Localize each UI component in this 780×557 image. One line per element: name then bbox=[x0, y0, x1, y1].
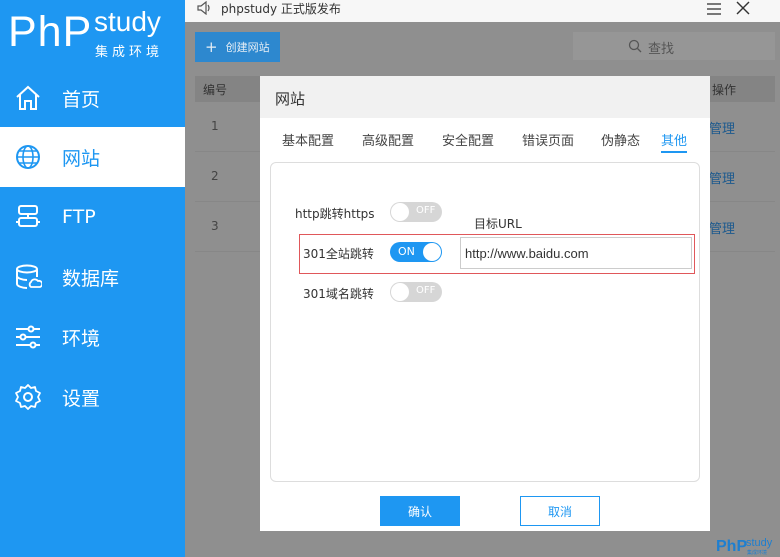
sidebar: PhP study 集成环境 首页 网站 FTP 数据库 环境 设置 bbox=[0, 0, 185, 557]
confirm-button[interactable]: 确认 bbox=[380, 496, 460, 526]
menu-icon[interactable] bbox=[706, 2, 722, 16]
row-id: 1 bbox=[211, 119, 219, 133]
target-url-label: 目标URL bbox=[474, 217, 522, 231]
manage-link[interactable]: 管理 bbox=[709, 218, 735, 237]
cancel-button[interactable]: 取消 bbox=[520, 496, 600, 526]
search-placeholder: 查找 bbox=[648, 42, 675, 57]
app-logo: PhP study 集成环境 bbox=[0, 0, 185, 68]
sidebar-item-ftp[interactable]: FTP bbox=[0, 187, 185, 247]
footer-logo-study: study bbox=[746, 537, 773, 549]
window-title: phpstudy 正式版发布 bbox=[221, 2, 341, 16]
target-url-input[interactable] bbox=[460, 237, 692, 269]
title-bar: phpstudy 正式版发布 bbox=[185, 0, 780, 22]
sidebar-item-label: FTP bbox=[62, 206, 96, 228]
sidebar-item-home[interactable]: 首页 bbox=[0, 68, 185, 128]
row-id: 2 bbox=[211, 169, 219, 183]
tab-security-config[interactable]: 安全配置 bbox=[442, 130, 494, 149]
manage-link[interactable]: 管理 bbox=[709, 168, 735, 187]
toggle-knob bbox=[391, 283, 409, 301]
tab-error-pages[interactable]: 错误页面 bbox=[522, 130, 574, 149]
option-label-301-domain: 301域名跳转 bbox=[303, 287, 374, 301]
logo-study-text: study bbox=[94, 6, 161, 37]
sidebar-item-label: 设置 bbox=[62, 387, 101, 410]
toggle-301-domain[interactable]: OFF bbox=[390, 282, 442, 302]
options-panel: http跳转https OFF 目标URL 301全站跳转 ON 301域名跳转… bbox=[270, 162, 700, 482]
option-label-http-https: http跳转https bbox=[295, 207, 375, 221]
sidebar-item-environment[interactable]: 环境 bbox=[0, 307, 185, 367]
footer-logo-sub: 集成环境 bbox=[747, 550, 768, 556]
toggle-knob bbox=[423, 243, 441, 261]
toggle-knob bbox=[391, 203, 409, 221]
tab-rewrite[interactable]: 伪静态 bbox=[601, 130, 640, 149]
column-header-operation: 操作 bbox=[712, 83, 737, 97]
create-website-button[interactable]: + 创建网站 bbox=[195, 32, 280, 62]
sidebar-item-label: 网站 bbox=[62, 147, 101, 170]
tab-other[interactable]: 其他 bbox=[661, 130, 688, 153]
column-header-id: 编号 bbox=[203, 83, 228, 97]
sidebar-item-label: 环境 bbox=[62, 327, 101, 350]
logo-subtitle: 集成环境 bbox=[95, 45, 164, 60]
sidebar-item-settings[interactable]: 设置 bbox=[0, 367, 185, 427]
sliders-icon bbox=[16, 325, 40, 349]
toggle-301-site[interactable]: ON bbox=[390, 242, 442, 262]
gear-icon bbox=[15, 384, 41, 410]
search-icon bbox=[628, 39, 642, 53]
row-id: 3 bbox=[211, 219, 219, 233]
toggle-state: OFF bbox=[416, 285, 436, 296]
create-website-label: 创建网站 bbox=[225, 41, 270, 54]
sidebar-item-database[interactable]: 数据库 bbox=[0, 247, 185, 307]
search-input[interactable]: 查找 bbox=[573, 32, 775, 60]
speaker-icon bbox=[197, 1, 210, 15]
dialog-header: 网站 bbox=[260, 76, 710, 118]
dialog-tabs: 基本配置 高级配置 安全配置 错误页面 伪静态 其他 bbox=[260, 130, 710, 156]
close-icon[interactable] bbox=[735, 0, 751, 16]
home-icon bbox=[16, 85, 40, 110]
footer-logo: PhP study 集成环境 bbox=[716, 537, 780, 557]
plus-icon: + bbox=[205, 38, 218, 56]
toggle-state: ON bbox=[398, 245, 415, 258]
database-icon bbox=[16, 264, 42, 289]
toggle-state: OFF bbox=[416, 205, 436, 216]
logo-php-text: PhP bbox=[8, 8, 93, 56]
sidebar-item-label: 首页 bbox=[62, 88, 101, 111]
footer-logo-php: PhP bbox=[716, 538, 748, 555]
sidebar-item-website[interactable]: 网站 bbox=[0, 127, 185, 187]
tab-advanced-config[interactable]: 高级配置 bbox=[362, 130, 414, 149]
tab-basic-config[interactable]: 基本配置 bbox=[282, 130, 334, 149]
sidebar-item-label: 数据库 bbox=[62, 267, 120, 290]
server-icon bbox=[16, 205, 40, 227]
manage-link[interactable]: 管理 bbox=[709, 118, 735, 137]
toggle-http-https[interactable]: OFF bbox=[390, 202, 442, 222]
website-dialog: 网站 基本配置 高级配置 安全配置 错误页面 伪静态 其他 http跳转http… bbox=[260, 76, 710, 531]
dialog-title: 网站 bbox=[275, 90, 306, 108]
globe-icon bbox=[16, 145, 40, 169]
option-label-301-site: 301全站跳转 bbox=[303, 247, 374, 261]
